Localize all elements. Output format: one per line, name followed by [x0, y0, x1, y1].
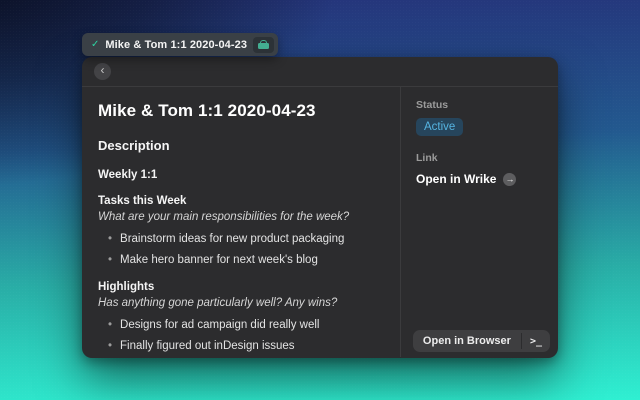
terminal-button[interactable]: >_: [522, 330, 550, 352]
detail-content: Mike & Tom 1:1 2020-04-23 Description We…: [82, 87, 400, 357]
bullet-icon: •: [108, 339, 112, 353]
desktop-background: ✓ Mike & Tom 1:1 2020-04-23 ‹ Mike & Tom…: [0, 0, 640, 400]
back-button[interactable]: ‹: [94, 63, 111, 80]
bullet-icon: •: [108, 232, 112, 246]
weekly-heading: Weekly 1:1: [98, 169, 384, 181]
metadata-sidebar: Status Active Link Open in Wrike →: [400, 87, 558, 357]
status-label: Status: [416, 99, 543, 111]
briefcase-icon: [253, 37, 274, 53]
list-item: • Finally figured out inDesign issues: [98, 339, 384, 353]
open-in-browser-button[interactable]: Open in Browser: [413, 330, 521, 352]
detail-window: ‹ Mike & Tom 1:1 2020-04-23 Description …: [82, 57, 558, 358]
selected-item-chip[interactable]: ✓ Mike & Tom 1:1 2020-04-23: [82, 33, 278, 56]
status-badge: Active: [416, 118, 463, 136]
bullet-icon: •: [108, 318, 112, 332]
section-question-tasks: What are your main responsibilities for …: [98, 210, 384, 225]
section-question-highlights: Has anything gone particularly well? Any…: [98, 296, 384, 311]
highlights-bullet-list: • Designs for ad campaign did really wel…: [98, 318, 384, 353]
chevron-left-icon: ‹: [101, 63, 105, 78]
section-heading-highlights: Highlights: [98, 281, 384, 293]
terminal-icon: >_: [530, 336, 542, 347]
list-item: • Designs for ad campaign did really wel…: [98, 318, 384, 332]
list-item: • Brainstorm ideas for new product packa…: [98, 232, 384, 246]
selected-item-label: Mike & Tom 1:1 2020-04-23: [105, 39, 247, 51]
window-header: ‹: [82, 57, 558, 87]
list-item: • Make hero banner for next week's blog: [98, 253, 384, 267]
link-label: Link: [416, 152, 543, 164]
tasks-bullet-list: • Brainstorm ideas for new product packa…: [98, 232, 384, 267]
open-in-wrike-label: Open in Wrike: [416, 172, 496, 186]
check-icon: ✓: [91, 39, 99, 50]
bullet-icon: •: [108, 253, 112, 267]
action-bar: Open in Browser >_: [413, 330, 550, 352]
arrow-right-icon: →: [503, 173, 516, 186]
page-title: Mike & Tom 1:1 2020-04-23: [98, 101, 384, 121]
section-heading-tasks: Tasks this Week: [98, 195, 384, 207]
description-heading: Description: [98, 138, 384, 153]
open-in-wrike-link[interactable]: Open in Wrike →: [416, 172, 543, 186]
